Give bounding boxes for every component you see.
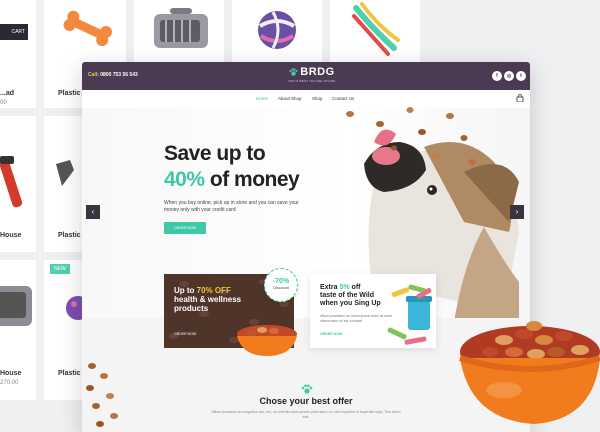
promo-suffix: off xyxy=(349,284,361,291)
treats-jar-image xyxy=(387,284,432,345)
food-bowl-image xyxy=(459,321,600,424)
discount-badge: -70% Discount xyxy=(264,268,298,302)
phone-number[interactable]: Call: 0800 753 56 543 xyxy=(88,72,138,78)
product-tile[interactable] xyxy=(44,260,82,400)
hero-description: When you buy online, pick up in store an… xyxy=(164,200,299,213)
promo-card-health-order-button[interactable]: ORDER NOW xyxy=(174,332,196,336)
phone-label: Call xyxy=(88,72,98,78)
scattered-kibble xyxy=(86,363,118,427)
slider-next-arrow[interactable]: › xyxy=(510,205,524,219)
paw-icon xyxy=(301,384,313,394)
promo-highlight: 70% OFF xyxy=(196,286,231,295)
bone-toy-image xyxy=(63,10,113,46)
leash-image xyxy=(0,156,23,208)
product-tile[interactable] xyxy=(0,260,36,400)
rope-ball-image xyxy=(258,11,296,49)
add-to-cart-tag[interactable]: CART xyxy=(0,24,28,40)
ball-toy-image xyxy=(66,296,82,320)
hero-title-percent: 40% xyxy=(164,168,205,191)
new-badge: NEW xyxy=(50,264,70,274)
promo-card-health-title: Up to 70% OFF health & wellness products xyxy=(174,286,241,313)
pet-carrier-image xyxy=(154,8,208,48)
promo-highlight: 5% xyxy=(339,284,350,291)
product-price: 270.00 xyxy=(0,380,19,386)
discount-value: -70% xyxy=(272,278,290,285)
product-name[interactable]: Plastic xyxy=(58,370,81,377)
promo-card-signup-title: Extra 5% off taste of the Wild when you … xyxy=(320,284,381,308)
shopping-bag-icon[interactable] xyxy=(516,94,524,102)
promo-line2: taste of the Wild xyxy=(320,292,374,299)
instagram-icon[interactable]: ◎ xyxy=(504,71,514,81)
product-name[interactable]: Plastic xyxy=(58,90,81,97)
promo-card-signup[interactable]: Extra 5% off taste of the Wild when you … xyxy=(310,274,436,348)
product-name[interactable]: Plastic xyxy=(58,232,81,239)
promo-prefix: Extra xyxy=(320,284,340,291)
twitter-icon[interactable]: t xyxy=(516,71,526,81)
site-logo[interactable]: BRDG PET'S BEST ONLINE STORE xyxy=(282,66,342,83)
promo-line3: when you Sing Up xyxy=(320,300,381,307)
facebook-icon[interactable]: f xyxy=(492,71,502,81)
product-price: 00 xyxy=(0,100,7,106)
brand-tagline: PET'S BEST ONLINE STORE xyxy=(288,79,336,83)
promo-card-signup-order-button[interactable]: ORDER NOW xyxy=(320,332,342,336)
promo-line3: products xyxy=(174,304,209,313)
order-now-button[interactable]: ORDER NOW xyxy=(164,222,206,234)
nav-item-shop[interactable]: Shop xyxy=(312,96,323,101)
offer-section-description: Allium proeatum ac congulora nec, leo, v… xyxy=(211,410,401,419)
product-name[interactable]: House xyxy=(0,232,21,239)
promo-prefix: Up to xyxy=(174,286,197,295)
product-name[interactable]: House xyxy=(0,370,21,377)
product-name[interactable]: ...ad xyxy=(0,90,14,97)
hero-title-rest: of money xyxy=(209,168,300,191)
paw-icon xyxy=(289,68,298,76)
pet-carrier-image xyxy=(0,286,32,326)
hero-title-line1: Save up to xyxy=(164,142,266,165)
nav-item-about-shop[interactable]: About Shop xyxy=(278,96,302,101)
discount-label: Discount xyxy=(273,285,289,290)
hero-title-line2: 40% of money xyxy=(164,168,300,192)
falling-kibble xyxy=(346,107,476,165)
nav-item-contact-us[interactable]: Contact Us xyxy=(332,96,354,101)
food-bowl-image xyxy=(237,325,297,356)
clipper-image xyxy=(56,160,74,186)
phone-value: 0800 753 56 543 xyxy=(100,72,138,78)
brand-name: BRDG xyxy=(300,66,335,78)
top-header-bar: Call: 0800 753 56 543 BRDG PET'S BEST ON… xyxy=(82,62,530,90)
promo-line2: health & wellness xyxy=(174,295,242,304)
slider-prev-arrow[interactable]: ‹ xyxy=(86,205,100,219)
rope-toy-image xyxy=(352,2,400,56)
nav-item-home[interactable]: Home xyxy=(256,96,268,101)
